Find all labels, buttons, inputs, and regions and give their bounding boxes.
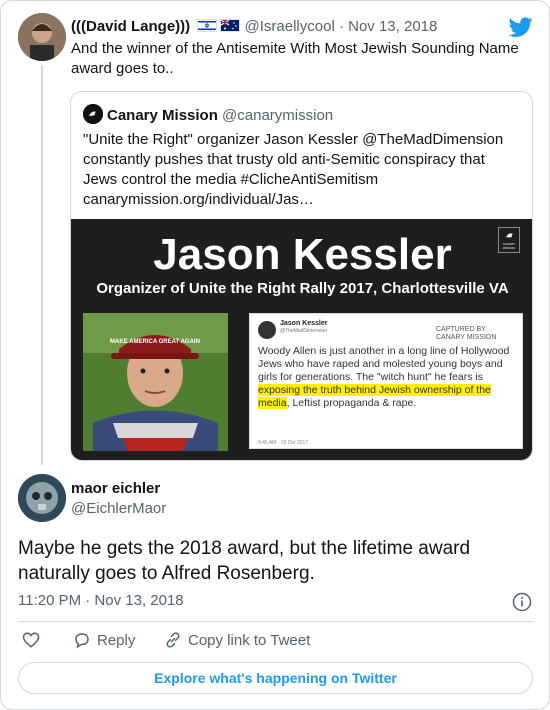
screenshot-handle: @TheMadDimension [280, 328, 328, 334]
media-subtitle: Organizer of Unite the Right Rally 2017,… [96, 280, 509, 297]
screenshot-text-after: , Leftist propaganda & rape. [286, 397, 417, 409]
explore-twitter-button[interactable]: Explore what's happening on Twitter [18, 662, 533, 694]
screenshot-text: Woody Allen is just another in a long li… [258, 345, 516, 410]
parent-date[interactable]: Nov 13, 2018 [348, 18, 437, 35]
quoted-tweet[interactable]: Canary Mission @canarymission "Unite the… [70, 91, 533, 461]
twitter-bird-icon[interactable] [509, 15, 533, 39]
reply-tweet-text: Maybe he gets the 2018 award, but the li… [18, 538, 471, 584]
parent-avatar[interactable] [18, 13, 66, 61]
reply-icon [75, 633, 89, 649]
israel-flag-icon [197, 19, 218, 32]
australia-flag-icon [220, 19, 241, 32]
captured-by-label: CAPTURED BY CANARY MISSION [436, 326, 497, 341]
screenshot-name: Jason Kessler [280, 320, 328, 327]
heart-icon [22, 632, 40, 648]
parent-header: (((David Lange))) @Israellycool · Nov 13… [71, 17, 437, 37]
divider [18, 621, 534, 622]
like-button[interactable] [22, 631, 40, 651]
quoted-tweet-text: "Unite the Right" organizer Jason Kessle… [83, 131, 504, 208]
copy-link-label: Copy link to Tweet [188, 632, 311, 649]
canary-badge-text: CANARY MISSION [502, 242, 516, 250]
quoted-handle: @canarymission [222, 107, 334, 124]
info-icon[interactable] [512, 592, 532, 612]
parent-separator: · [338, 18, 344, 35]
reply-avatar[interactable] [18, 474, 66, 522]
thread-line [41, 65, 43, 465]
quoted-media-image[interactable]: Jason Kessler Organizer of Unite the Rig… [71, 219, 532, 460]
tweet-screenshot: Jason Kessler @TheMadDimension CAPTURED … [249, 313, 523, 449]
link-icon [166, 632, 180, 648]
parent-tweet-text: And the winner of the Antisemite With Mo… [71, 40, 519, 77]
reply-name[interactable]: maor eichler [71, 479, 160, 499]
screenshot-text-before: Woody Allen is just another in a long li… [258, 345, 510, 383]
screenshot-avatar [258, 321, 276, 339]
person-photo: MAKE AMERICA GREAT AGAIN [83, 313, 228, 451]
reply-timestamp[interactable]: 11:20 PM · Nov 13, 2018 [18, 591, 184, 611]
parent-name[interactable]: (((David Lange))) [71, 18, 190, 35]
screenshot-date: 9:45 AM - 15 Oct 2017 [258, 440, 309, 446]
reply-button[interactable]: Reply [73, 631, 135, 651]
canary-mission-avatar [83, 104, 103, 124]
quoted-header: Canary Mission @canarymission [83, 104, 333, 126]
copy-link-button[interactable]: Copy link to Tweet [164, 631, 310, 651]
reply-handle[interactable]: @EichlerMaor [71, 499, 166, 519]
quoted-name: Canary Mission [107, 107, 218, 124]
canary-mission-badge: CANARY MISSION [498, 227, 520, 253]
tweet-card: (((David Lange))) @Israellycool · Nov 13… [0, 0, 550, 710]
media-title: Jason Kessler [153, 230, 452, 279]
parent-handle[interactable]: @Israellycool [245, 18, 335, 35]
hat-text: MAKE AMERICA GREAT AGAIN [110, 339, 200, 345]
reply-label: Reply [97, 632, 136, 649]
